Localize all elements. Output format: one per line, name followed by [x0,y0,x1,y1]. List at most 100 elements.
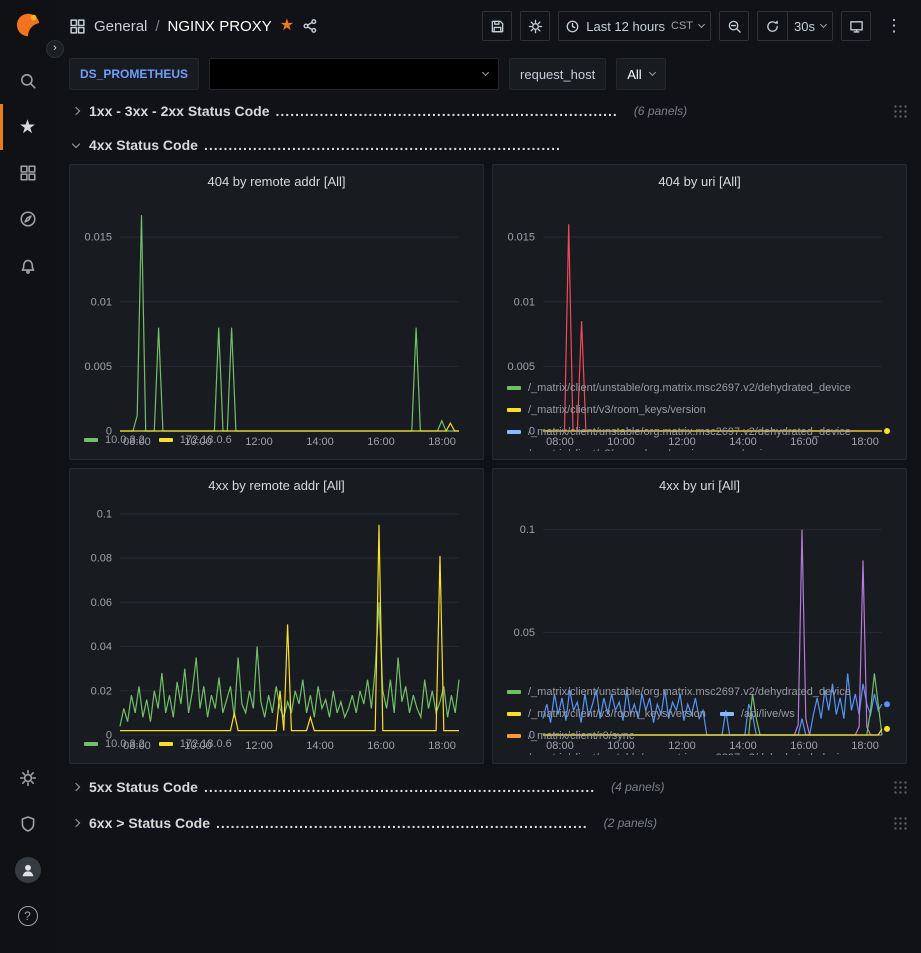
chevron-right-icon [72,107,80,115]
dashboard-row-5xx[interactable]: 5xx Status Code ........................… [69,774,907,800]
row-title: 1xx - 3xx - 2xx Status Code [89,103,270,119]
legend-item[interactable]: /api/live/ws [720,703,795,725]
gear-icon [19,769,37,787]
legend-swatch [507,690,521,694]
timezone-badge: CST [671,20,693,32]
legend-swatch [507,430,521,434]
row-title-dots: ........................................… [204,137,561,153]
dashboard-submenu: DS_PROMETHEUS request_host All [55,52,921,96]
save-dashboard-button[interactable] [482,11,512,41]
legend-item[interactable]: 10.0.3.2 [84,733,145,755]
legend-item[interactable]: /_matrix/client/v3/room_keys/version [507,399,706,421]
legend-item[interactable]: /_matrix/client/v3/room_keys/version [507,703,706,725]
dashboard-row-4xx[interactable]: 4xx Status Code ........................… [69,132,907,158]
svg-text:0.005: 0.005 [84,361,112,373]
share-icon[interactable] [302,18,318,34]
svg-text:0.015: 0.015 [507,232,535,244]
time-series-chart[interactable]: 00.020.040.060.080.108:0010:0012:0014:00… [78,497,475,731]
tv-mode-button[interactable] [841,11,871,41]
dashboard-row-6xx[interactable]: 6xx > Status Code ......................… [69,810,907,836]
dashboard-row-1xx-3xx-2xx[interactable]: 1xx - 3xx - 2xx Status Code ............… [69,98,907,124]
legend-label: /_matrix/client/unstable/org.matrix.msc2… [528,686,851,698]
sidebar-item-server-admin[interactable] [0,801,55,847]
row-panel-count: (4 panels) [611,780,664,794]
row-title: 5xx Status Code [89,779,198,795]
page-title[interactable]: NGINX PROXY [168,18,272,35]
sidebar-item-profile[interactable] [0,847,55,893]
refresh-button[interactable] [757,11,787,41]
dashboard-settings-button[interactable] [520,11,550,41]
sidebar-item-dashboards[interactable] [0,150,55,196]
sidebar-item-help[interactable]: ? [0,893,55,939]
legend-label: /sw.js [741,448,768,451]
legend-item[interactable]: /_matrix/client/v3/room_keys/version [507,443,706,451]
legend-item[interactable]: 10.0.3.2 [84,429,145,451]
chevron-down-icon [72,139,80,147]
legend-swatch [507,712,521,716]
breadcrumb-separator: / [155,18,159,35]
row-title-dots: ........................................… [216,815,588,831]
refresh-interval-select[interactable]: 30s [787,11,833,41]
legend-item[interactable]: /sw.js [720,443,768,451]
request-host-variable-label: request_host [509,58,606,90]
row-drag-handle[interactable] [893,780,907,794]
legend-item[interactable]: 172.18.0.6 [159,733,232,755]
time-range-picker[interactable]: Last 12 hours CST [558,11,711,41]
sidebar-expand-toggle[interactable]: › [46,40,64,58]
sidebar-item-search[interactable] [0,58,55,104]
refresh-button-group: 30s [757,11,833,41]
legend-item[interactable]: /_matrix/client/unstable/org.matrix.msc2… [507,747,851,755]
legend-label: /_matrix/client/unstable/org.matrix.msc2… [528,752,851,755]
legend-swatch [507,386,521,390]
panel-404-by-remote-addr: 404 by remote addr [All] 00.0050.010.015… [69,164,484,460]
request-host-variable-select[interactable]: All [616,58,665,90]
bell-icon [19,256,37,274]
main-area: General / NGINX PROXY ★ Last 12 hours CS… [55,0,921,953]
datasource-variable-value-select[interactable] [209,58,499,90]
time-series-chart[interactable]: 00.0050.010.01508:0010:0012:0014:0016:00… [501,193,898,375]
panel-title[interactable]: 4xx by remote addr [All] [78,475,475,497]
sidebar-item-configuration[interactable] [0,755,55,801]
svg-text:0.01: 0.01 [91,296,112,308]
legend-item[interactable]: /_matrix/client/unstable/org.matrix.msc2… [507,681,851,703]
help-icon: ? [18,906,38,926]
legend-item[interactable]: /_matrix/client/unstable/org.matrix.msc2… [507,421,851,443]
legend-swatch [84,438,98,442]
time-series-chart[interactable]: 00.0050.010.01508:0010:0012:0014:0016:00… [78,193,475,427]
grafana-app: ★ ? › Gene [0,0,921,953]
star-icon: ★ [19,118,36,137]
sidebar-item-alerting[interactable] [0,242,55,288]
datasource-variable-label[interactable]: DS_PROMETHEUS [69,58,199,90]
favorite-star-icon[interactable]: ★ [280,18,294,34]
svg-text:0.06: 0.06 [91,597,112,609]
legend-label: /_matrix/client/v3/room_keys/version [528,404,706,416]
panel-title[interactable]: 4xx by uri [All] [501,475,898,497]
legend-item[interactable]: /_matrix/client/unstable/org.matrix.msc2… [507,377,851,399]
time-series-chart[interactable]: 00.050.108:0010:0012:0014:0016:0018:00 [501,497,898,679]
legend-label: /_matrix/client/v3/room_keys/version [528,708,706,720]
sidebar-item-starred[interactable]: ★ [0,104,55,150]
panel-legend: /_matrix/client/unstable/org.matrix.msc2… [501,679,898,755]
panel-title[interactable]: 404 by uri [All] [501,171,898,193]
svg-text:0.05: 0.05 [514,627,535,639]
legend-item[interactable]: 172.18.0.6 [159,429,232,451]
refresh-icon [765,19,780,34]
monitor-icon [849,19,864,34]
panel-404-by-uri: 404 by uri [All] 00.0050.010.01508:0010:… [492,164,907,460]
breadcrumb-section[interactable]: General [94,18,147,35]
search-icon [19,72,37,90]
legend-swatch [84,742,98,746]
zoom-out-button[interactable] [719,11,749,41]
row-drag-handle[interactable] [893,104,907,118]
legend-item[interactable]: /_matrix/client/r0/sync [507,725,634,747]
sidebar-item-explore[interactable] [0,196,55,242]
more-options-button[interactable]: ⋮ [879,11,909,41]
panel-title[interactable]: 404 by remote addr [All] [78,171,475,193]
legend-label: /_matrix/client/r0/sync [528,730,634,742]
row-drag-handle[interactable] [893,816,907,830]
grafana-logo[interactable] [13,10,43,40]
legend-label: /_matrix/client/unstable/org.matrix.msc2… [528,426,851,438]
request-host-value: All [627,67,641,82]
chart-canvas: 00.020.040.060.080.108:0010:0012:0014:00… [78,497,475,753]
legend-label: 172.18.0.6 [180,434,232,446]
